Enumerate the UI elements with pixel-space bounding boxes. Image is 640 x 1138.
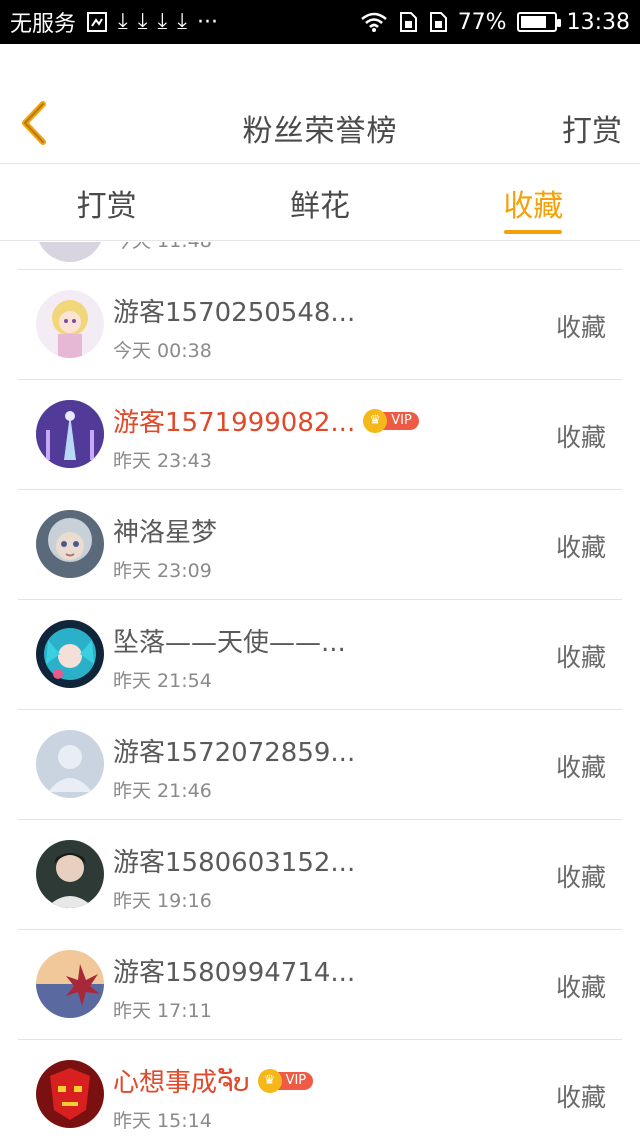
item-time: 昨天 19:16	[113, 890, 212, 912]
avatar	[36, 242, 104, 262]
download-icon: ⤓	[157, 9, 168, 34]
battery-percent: 77%	[457, 9, 507, 35]
item-name: 心想事成ຈັບ	[113, 1068, 250, 1098]
item-time: 昨天 23:43	[113, 450, 212, 472]
sim-icon	[86, 11, 108, 33]
crown-icon: ♛	[363, 408, 388, 433]
list-item[interactable]: 游客1580994714... 昨天 17:11 收藏	[18, 930, 622, 1040]
item-action: 收藏	[555, 423, 606, 452]
vip-badge: ♛ VIP	[363, 408, 419, 433]
tab-flowers[interactable]: 鲜花	[213, 165, 426, 240]
list-item[interactable]: 游客1570250548... 今天 00:38 收藏	[18, 270, 622, 380]
battery-icon	[516, 12, 561, 32]
download-icon: ⤓	[137, 9, 148, 34]
item-action: 收藏	[555, 753, 606, 782]
item-action: 收藏	[555, 1083, 606, 1112]
item-action: 收藏	[555, 533, 606, 562]
status-bar: 无服务 ⤓ ⤓ ⤓ ⤓ ··· 77% 13:38	[0, 0, 640, 44]
fan-list[interactable]: 今天 11:48 游客1570250548... 今天 00:38 收藏 游客1…	[0, 242, 640, 1138]
fantasy-figure-avatar	[36, 400, 104, 468]
clock: 13:38	[566, 9, 630, 35]
item-time: 昨天 17:11	[113, 1000, 212, 1022]
item-time: 昨天 21:46	[113, 780, 212, 802]
item-time: 昨天 15:14	[113, 1110, 212, 1132]
wifi-icon	[360, 11, 388, 33]
tab-favorites[interactable]: 收藏	[427, 165, 640, 240]
item-time: 今天 11:48	[113, 242, 212, 253]
page-title: 粉丝荣誉榜	[242, 114, 398, 149]
anime-girl-avatar	[36, 290, 104, 358]
item-name: 游客1571999082...	[113, 408, 356, 438]
young-man-avatar	[36, 840, 104, 908]
item-action: 收藏	[555, 863, 606, 892]
list-item[interactable]: 游客1571999082... ♛ VIP 昨天 23:43 收藏	[18, 380, 622, 490]
tab-reward[interactable]: 打赏	[0, 165, 213, 240]
item-name: 游客1580603152...	[113, 848, 356, 878]
carrier-text: 无服务	[10, 12, 77, 37]
item-time: 昨天 21:54	[113, 670, 212, 692]
default-user-avatar	[36, 730, 104, 798]
more-indicator: ···	[196, 9, 218, 35]
item-name: 坠落——天使——...	[113, 628, 346, 658]
list-item[interactable]: 游客1580603152... 昨天 19:16 收藏	[18, 820, 622, 930]
item-action: 收藏	[555, 643, 606, 672]
download-icon: ⤓	[177, 9, 187, 34]
item-action: 收藏	[555, 973, 606, 1002]
download-icon: ⤓	[118, 9, 128, 34]
item-time: 今天 00:38	[113, 340, 212, 362]
list-item[interactable]: 神洛星梦 昨天 23:09 收藏	[18, 490, 622, 600]
sim-card-1-icon	[398, 11, 418, 33]
sunset-leaf-avatar	[36, 950, 104, 1018]
item-name: 神洛星梦	[113, 518, 218, 548]
red-mask-avatar	[36, 1060, 104, 1128]
item-name: 游客1572072859...	[113, 738, 356, 768]
list-item[interactable]: 心想事成ຈັບ ♛ VIP 昨天 15:14 收藏	[18, 1040, 622, 1138]
crown-icon: ♛	[257, 1068, 282, 1093]
list-item[interactable]: 坠落——天使——... 昨天 21:54 收藏	[18, 600, 622, 710]
list-item[interactable]: 今天 11:48	[18, 242, 622, 270]
doll-face-avatar	[36, 510, 104, 578]
app-header: 粉丝荣誉榜 打赏	[0, 44, 640, 164]
item-name: 游客1570250548...	[113, 298, 356, 328]
item-action: 收藏	[555, 313, 606, 342]
reward-button[interactable]: 打赏	[562, 106, 622, 150]
blue-anime-avatar	[36, 620, 104, 688]
tab-bar: 打赏 鲜花 收藏	[0, 165, 640, 241]
sim-card-2-icon	[428, 11, 448, 33]
vip-badge: ♛ VIP	[257, 1068, 314, 1093]
list-item[interactable]: 游客1572072859... 昨天 21:46 收藏	[18, 710, 622, 820]
item-name: 游客1580994714...	[113, 958, 356, 988]
item-time: 昨天 23:09	[113, 560, 212, 582]
